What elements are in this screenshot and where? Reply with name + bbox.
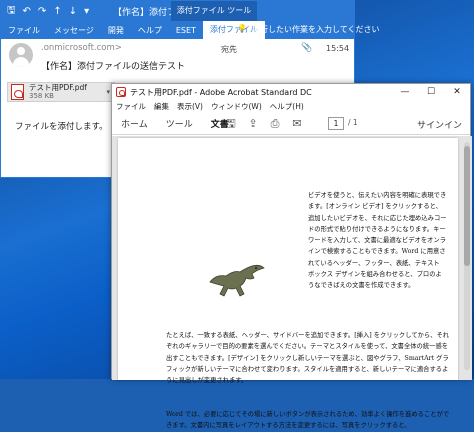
message-header: .onmicrosoft.com> 宛先 📎 15:54 【作名】添付ファイルの… — [1, 39, 354, 79]
document-paragraph: Word では、必要に応じてその場に新しいボタンが表示されるため、効率よく操作を… — [166, 411, 450, 430]
quick-access-toolbar: 🖫 ↶ ↷ ↑ ↓ ▾ — [1, 3, 89, 20]
acrobat-titlebar: テスト用PDF.pdf - Adobe Acrobat Standard DC … — [112, 84, 470, 100]
document-viewport[interactable]: ビデオを使うと、伝えたい内容を明確に表現できます。[オンライン ビデオ] をクリ… — [112, 136, 472, 429]
save-icon[interactable]: 🖫 — [7, 3, 16, 20]
paperclip-icon: 📎 — [301, 43, 313, 53]
outlook-titlebar: 🖫 ↶ ↷ ↑ ↓ ▾ 【作名】添付ファイ... 添付ファイル ツール — [1, 1, 354, 21]
acrobat-toolbar: ホーム ツール 文書 🖫 ⇪ ⎙ ✉ 1 / 1 サインイン — [112, 113, 470, 135]
pdf-page: ビデオを使うと、伝えたい内容を明確に表現できます。[オンライン ビデオ] をクリ… — [118, 138, 458, 429]
scrollbar-thumb[interactable] — [464, 146, 470, 266]
tab-tools[interactable]: ツール — [157, 117, 202, 130]
menu-help[interactable]: ヘルプ(H) — [266, 101, 308, 112]
lightbulb-icon: 💡 — [237, 24, 247, 33]
menu-file[interactable]: ファイル — [112, 101, 150, 112]
tell-me-search[interactable]: 💡 実行したい作業を入力してください — [237, 24, 380, 35]
acrobat-logo-icon — [116, 87, 126, 97]
up-arrow-icon[interactable]: ↑ — [53, 6, 61, 17]
attachment-dropdown-icon[interactable]: ▾ — [106, 88, 110, 96]
print-icon[interactable]: ⎙ — [268, 117, 282, 130]
acrobat-menubar: ファイル 編集 表示(V) ウィンドウ(W) ヘルプ(H) — [112, 100, 470, 113]
tab-help[interactable]: ヘルプ — [131, 25, 169, 36]
page-number-input[interactable]: 1 — [328, 117, 344, 130]
to-label: 宛先 — [221, 45, 237, 54]
tab-message[interactable]: メッセージ — [47, 25, 101, 36]
menu-edit[interactable]: 編集 — [150, 101, 173, 112]
message-subject: 【作名】添付ファイルの送信テスト — [41, 62, 186, 72]
attachment-name: テスト用PDF.pdf — [29, 83, 87, 92]
email-icon[interactable]: ✉ — [290, 117, 304, 130]
received-time: 15:54 — [326, 44, 350, 53]
down-arrow-icon[interactable]: ↓ — [69, 6, 77, 17]
close-icon[interactable]: ✕ — [444, 84, 470, 100]
maximize-icon[interactable]: ☐ — [418, 84, 444, 100]
signin-button[interactable]: サインイン — [417, 118, 462, 131]
sender-address: .onmicrosoft.com> — [41, 43, 122, 53]
tab-developer[interactable]: 開発 — [101, 25, 131, 36]
undo-icon[interactable]: ↶ — [23, 6, 31, 17]
message-body: ファイルを添付します。 — [15, 122, 108, 132]
attachment-tools-context-tab: 添付ファイル ツール — [171, 1, 257, 21]
acrobat-window: テスト用PDF.pdf - Adobe Acrobat Standard DC … — [111, 83, 472, 429]
attachment-chip[interactable]: テスト用PDF.pdf 358 KB ▾ — [7, 82, 115, 102]
menu-view[interactable]: 表示(V) — [173, 101, 207, 112]
upload-icon[interactable]: ⇪ — [246, 117, 260, 130]
save-icon[interactable]: 🖫 — [224, 117, 238, 130]
page-total: / 1 — [348, 118, 358, 127]
menu-window[interactable]: ウィンドウ(W) — [207, 101, 266, 112]
dinosaur-image — [209, 264, 265, 297]
document-paragraph: ビデオを使うと、伝えたい内容を明確に表現できます。[オンライン ビデオ] をクリ… — [308, 192, 447, 290]
tell-me-placeholder: 実行したい作業を入力してください — [251, 25, 380, 34]
outlook-ribbon-tabs: ファイル メッセージ 開発 ヘルプ ESET 添付ファイル 💡 実行したい作業を… — [1, 21, 380, 39]
qat-dropdown-icon[interactable]: ▾ — [84, 6, 89, 17]
acrobat-window-title: テスト用PDF.pdf - Adobe Acrobat Standard DC — [130, 87, 312, 97]
minimize-icon[interactable]: — — [392, 84, 418, 100]
pdf-file-icon — [11, 84, 24, 100]
document-paragraph: たとえば、一致する表紙、ヘッダー、サイドバーを追加できます。[挿入] をクリック… — [166, 332, 450, 385]
redo-icon[interactable]: ↷ — [38, 6, 46, 17]
attachment-size: 358 KB — [29, 92, 54, 100]
tab-eset[interactable]: ESET — [169, 26, 203, 35]
sender-avatar — [9, 43, 33, 67]
tab-file[interactable]: ファイル — [1, 25, 47, 36]
tab-home[interactable]: ホーム — [112, 117, 157, 130]
